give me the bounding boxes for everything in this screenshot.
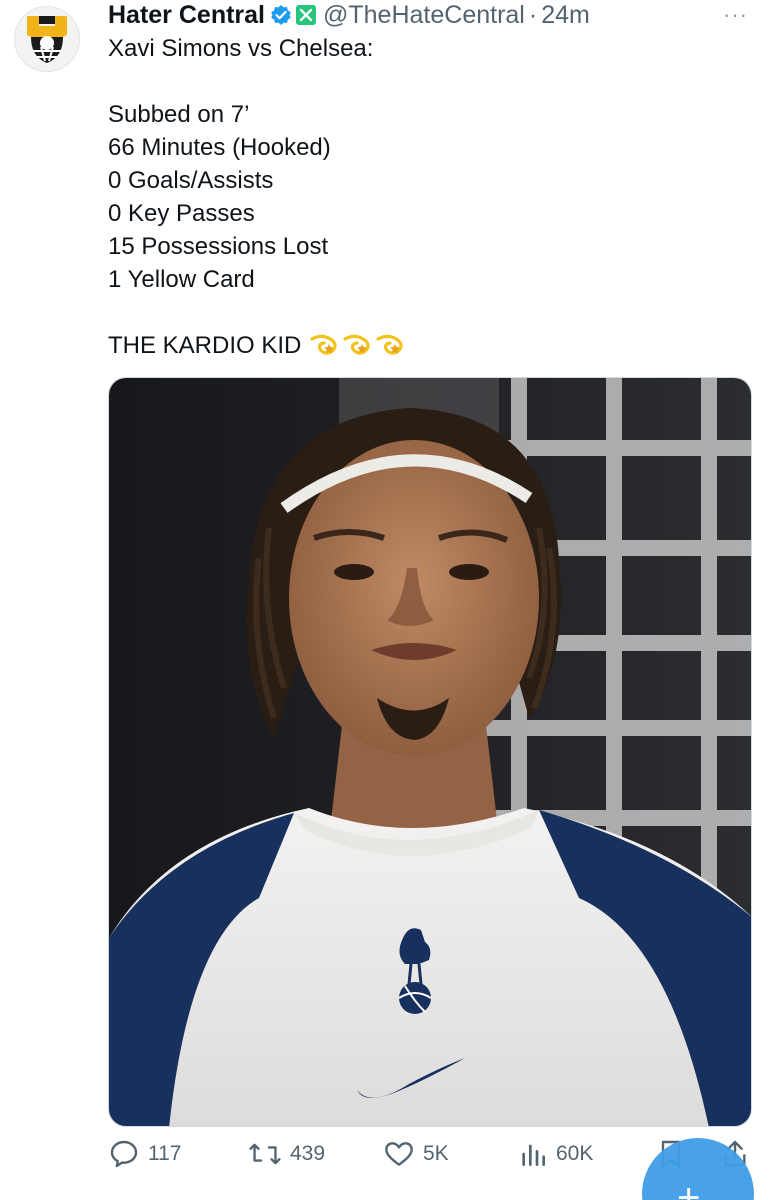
timestamp[interactable]: 24m <box>541 1 590 30</box>
plus-icon[interactable]: + <box>677 1176 700 1200</box>
like-button[interactable]: 5K <box>383 1138 449 1170</box>
views-icon <box>522 1144 546 1166</box>
dizzy-emoji-icon <box>343 334 371 355</box>
view-count: 60K <box>556 1142 594 1165</box>
reply-icon <box>110 1140 138 1168</box>
retweet-icon <box>249 1143 281 1165</box>
tweet-line: 15 Possessions Lost <box>108 233 329 260</box>
separator-dot: · <box>528 0 538 29</box>
author-handle[interactable]: @TheHateCentral <box>323 1 525 30</box>
logo-icon <box>27 16 67 63</box>
tweet-line: 0 Key Passes <box>108 200 255 227</box>
emoji-group <box>309 331 405 357</box>
dizzy-emoji-icon <box>310 334 338 355</box>
affiliate-badge-icon <box>295 4 317 26</box>
avatar[interactable] <box>14 6 80 72</box>
tweet-line: 1 Yellow Card <box>108 266 255 293</box>
tweet-media-photo[interactable] <box>108 377 752 1127</box>
dizzy-emoji-icon <box>376 334 404 355</box>
verified-badge-icon <box>270 4 292 26</box>
tweet[interactable]: Hater Central @TheHateCentral · 24m ··· … <box>0 0 770 1200</box>
tweet-line-last: THE KARDIO KID <box>108 329 748 362</box>
like-count: 5K <box>423 1142 449 1165</box>
more-options-icon[interactable]: ··· <box>723 2 748 28</box>
tweet-line: 66 Minutes (Hooked) <box>108 134 331 161</box>
tweet-tagline: THE KARDIO KID <box>108 332 302 359</box>
views-button[interactable]: 60K <box>518 1138 593 1170</box>
tweet-line: Xavi Simons vs Chelsea: <box>108 35 374 62</box>
retweet-button[interactable]: 439 <box>248 1138 325 1170</box>
reply-button[interactable]: 117 <box>108 1138 181 1170</box>
reply-count: 117 <box>148 1142 182 1165</box>
author-name[interactable]: Hater Central <box>108 1 265 30</box>
tweet-line <box>108 65 748 98</box>
tweet-line: Subbed on 7’ <box>108 101 250 128</box>
tweet-line: 0 Goals/Assists <box>108 167 274 194</box>
tweet-header: Hater Central @TheHateCentral · 24m <box>108 0 590 30</box>
tweet-line <box>108 296 748 329</box>
tweet-text: Xavi Simons vs Chelsea: Subbed on 7’ 66 … <box>108 32 748 362</box>
retweet-count: 439 <box>290 1142 326 1165</box>
heart-icon <box>385 1142 413 1166</box>
